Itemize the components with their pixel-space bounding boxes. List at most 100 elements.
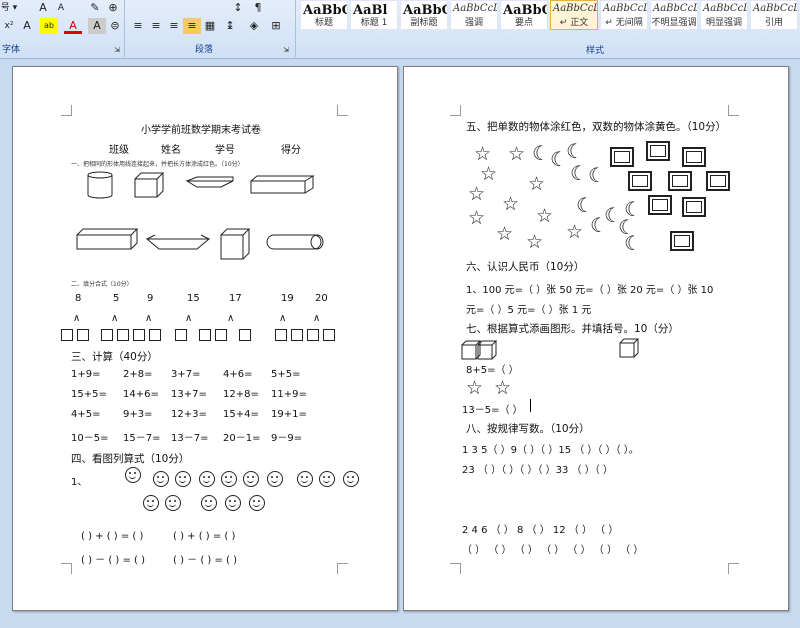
superscript-icon[interactable]: x²	[0, 18, 18, 34]
style-option[interactable]: AaBbCcDd 明显强调	[700, 0, 748, 30]
star-icon[interactable]: ☆	[496, 225, 513, 244]
show-marks-icon[interactable]: ¶	[249, 0, 267, 16]
moon-icon[interactable]: ☾	[624, 233, 642, 253]
answer-box[interactable]	[117, 329, 129, 341]
moon-icon[interactable]: ☾	[576, 195, 594, 215]
star-icon[interactable]: ☆	[536, 207, 553, 226]
style-option[interactable]: AaBbCcDd ↵ 正文	[550, 0, 598, 30]
picture-frame-icon[interactable]	[610, 147, 634, 167]
answer-box[interactable]	[239, 329, 251, 341]
style-option[interactable]: AaBbCcDd 不明显强调	[650, 0, 698, 30]
answer-box[interactable]	[275, 329, 287, 341]
align-center-icon[interactable]: ≡	[147, 18, 165, 34]
align-right-icon[interactable]: ≡	[165, 18, 183, 34]
shrink-font-icon[interactable]: A	[52, 0, 70, 16]
calc-item[interactable]: 20－1=	[223, 429, 260, 444]
calc-item[interactable]: 9－9=	[271, 429, 302, 444]
star-icon[interactable]: ☆	[468, 209, 485, 228]
star-icon[interactable]: ☆	[474, 145, 491, 164]
enclose-char-icon[interactable]: ⊜	[106, 18, 124, 34]
calc-item[interactable]: 2+8=	[123, 369, 152, 380]
star-icon[interactable]: ☆	[502, 195, 519, 214]
calc-item[interactable]: 15+4=	[223, 409, 259, 420]
calc-item[interactable]: 19+1=	[271, 409, 307, 420]
picture-frame-icon[interactable]	[648, 195, 672, 215]
picture-frame-icon[interactable]	[682, 147, 706, 167]
picture-frame-icon[interactable]	[670, 231, 694, 251]
picture-frame-icon[interactable]	[646, 141, 670, 161]
answer-box[interactable]	[61, 329, 73, 341]
equation-add-1[interactable]: ( ) + ( ) = ( )	[81, 531, 143, 542]
calc-item[interactable]: 10－5=	[71, 429, 108, 444]
answer-box[interactable]	[149, 329, 161, 341]
moon-icon[interactable]: ☾	[532, 143, 550, 163]
grow-font-icon[interactable]: A	[34, 0, 52, 16]
calc-item[interactable]: 15+5=	[71, 389, 107, 400]
calc-item[interactable]: 13+7=	[171, 389, 207, 400]
calc-item[interactable]: 14+6=	[123, 389, 159, 400]
calc-item[interactable]: 4+6=	[223, 369, 252, 380]
star-icon[interactable]: ☆	[528, 175, 545, 194]
style-option[interactable]: AaBbC 副标题	[400, 0, 448, 30]
font-size-label[interactable]: 号 ▾	[0, 0, 18, 16]
calc-item[interactable]: 12+8=	[223, 389, 259, 400]
answer-box[interactable]	[323, 329, 335, 341]
picture-frame-icon[interactable]	[628, 171, 652, 191]
calc-item[interactable]: 5+5=	[271, 369, 300, 380]
answer-box[interactable]	[215, 329, 227, 341]
style-option[interactable]: AaBbCcD要点	[500, 0, 548, 30]
picture-frame-icon[interactable]	[706, 171, 730, 191]
distribute-icon[interactable]: ▦	[201, 18, 219, 34]
borders-icon[interactable]: ⊞	[267, 18, 285, 34]
calc-item[interactable]: 9+3=	[123, 409, 152, 420]
equation-sub-1[interactable]: ( ) － ( ) = ( )	[81, 551, 145, 566]
answer-box[interactable]	[199, 329, 211, 341]
phonetic-icon[interactable]: ⊕	[104, 0, 122, 16]
moon-icon[interactable]: ☾	[590, 215, 608, 235]
style-option[interactable]: AaBbC 标题	[300, 0, 348, 30]
clear-format-icon[interactable]: ✎	[86, 0, 104, 16]
answer-box[interactable]	[291, 329, 303, 341]
equation-sub-2[interactable]: ( ) － ( ) = ( )	[173, 551, 237, 566]
equation-add-2[interactable]: ( ) + ( ) = ( )	[173, 531, 235, 542]
star-icon[interactable]: ☆	[566, 223, 583, 242]
calc-item[interactable]: 1+9=	[71, 369, 100, 380]
document-page-1[interactable]: 小学学前班数学期末考试卷 班级 姓名 学号 得分 一、把相同的形体用线连接起来，…	[12, 66, 398, 611]
style-option[interactable]: AaBbCcDd ↵ 无间隔	[600, 0, 648, 30]
star-icon[interactable]: ☆	[468, 185, 485, 204]
char-shading-icon[interactable]: A	[88, 18, 106, 34]
moon-icon[interactable]: ☾	[570, 163, 588, 183]
moon-icon[interactable]: ☾	[588, 165, 606, 185]
calc-item[interactable]: 11+9=	[271, 389, 307, 400]
style-option[interactable]: AaBl 标题 1	[350, 0, 398, 30]
shading-icon[interactable]: ◈	[245, 18, 263, 34]
moon-icon[interactable]: ☾	[566, 141, 584, 161]
picture-frame-icon[interactable]	[682, 197, 706, 217]
calc-item[interactable]: 15－7=	[123, 429, 160, 444]
paragraph-dialog-launcher-icon[interactable]: ⇲	[281, 42, 291, 58]
calc-item[interactable]: 3+7=	[171, 369, 200, 380]
document-page-2[interactable]: 五、把单数的物体涂红色，双数的物体涂黄色。（10分） 六、认识人民币（10分） …	[403, 66, 789, 611]
answer-box[interactable]	[133, 329, 145, 341]
answer-box[interactable]	[101, 329, 113, 341]
align-left-icon[interactable]: ≡	[129, 18, 147, 34]
highlight-icon[interactable]: ab	[40, 18, 58, 34]
star-icon[interactable]: ☆	[526, 233, 543, 252]
answer-box[interactable]	[307, 329, 319, 341]
calc-item[interactable]: 13－7=	[171, 429, 208, 444]
line-spacing-icon[interactable]: ↨	[221, 18, 239, 34]
answer-box[interactable]	[77, 329, 89, 341]
text-effect-icon[interactable]: A	[18, 18, 36, 34]
font-dialog-launcher-icon[interactable]: ⇲	[112, 42, 122, 58]
style-option[interactable]: AaBbCcDd 引用	[750, 0, 798, 30]
picture-frame-icon[interactable]	[668, 171, 692, 191]
star-icon[interactable]: ☆	[480, 165, 497, 184]
style-option[interactable]: AaBbCcDd 强调	[450, 0, 498, 30]
star-icon[interactable]: ☆	[508, 145, 525, 164]
answer-box[interactable]	[175, 329, 187, 341]
justify-icon[interactable]: ≡	[183, 18, 201, 34]
font-color-icon[interactable]: A	[64, 18, 82, 34]
calc-item[interactable]: 12+3=	[171, 409, 207, 420]
calc-item[interactable]: 4+5=	[71, 409, 100, 420]
sort-icon[interactable]: ↕	[229, 0, 247, 16]
